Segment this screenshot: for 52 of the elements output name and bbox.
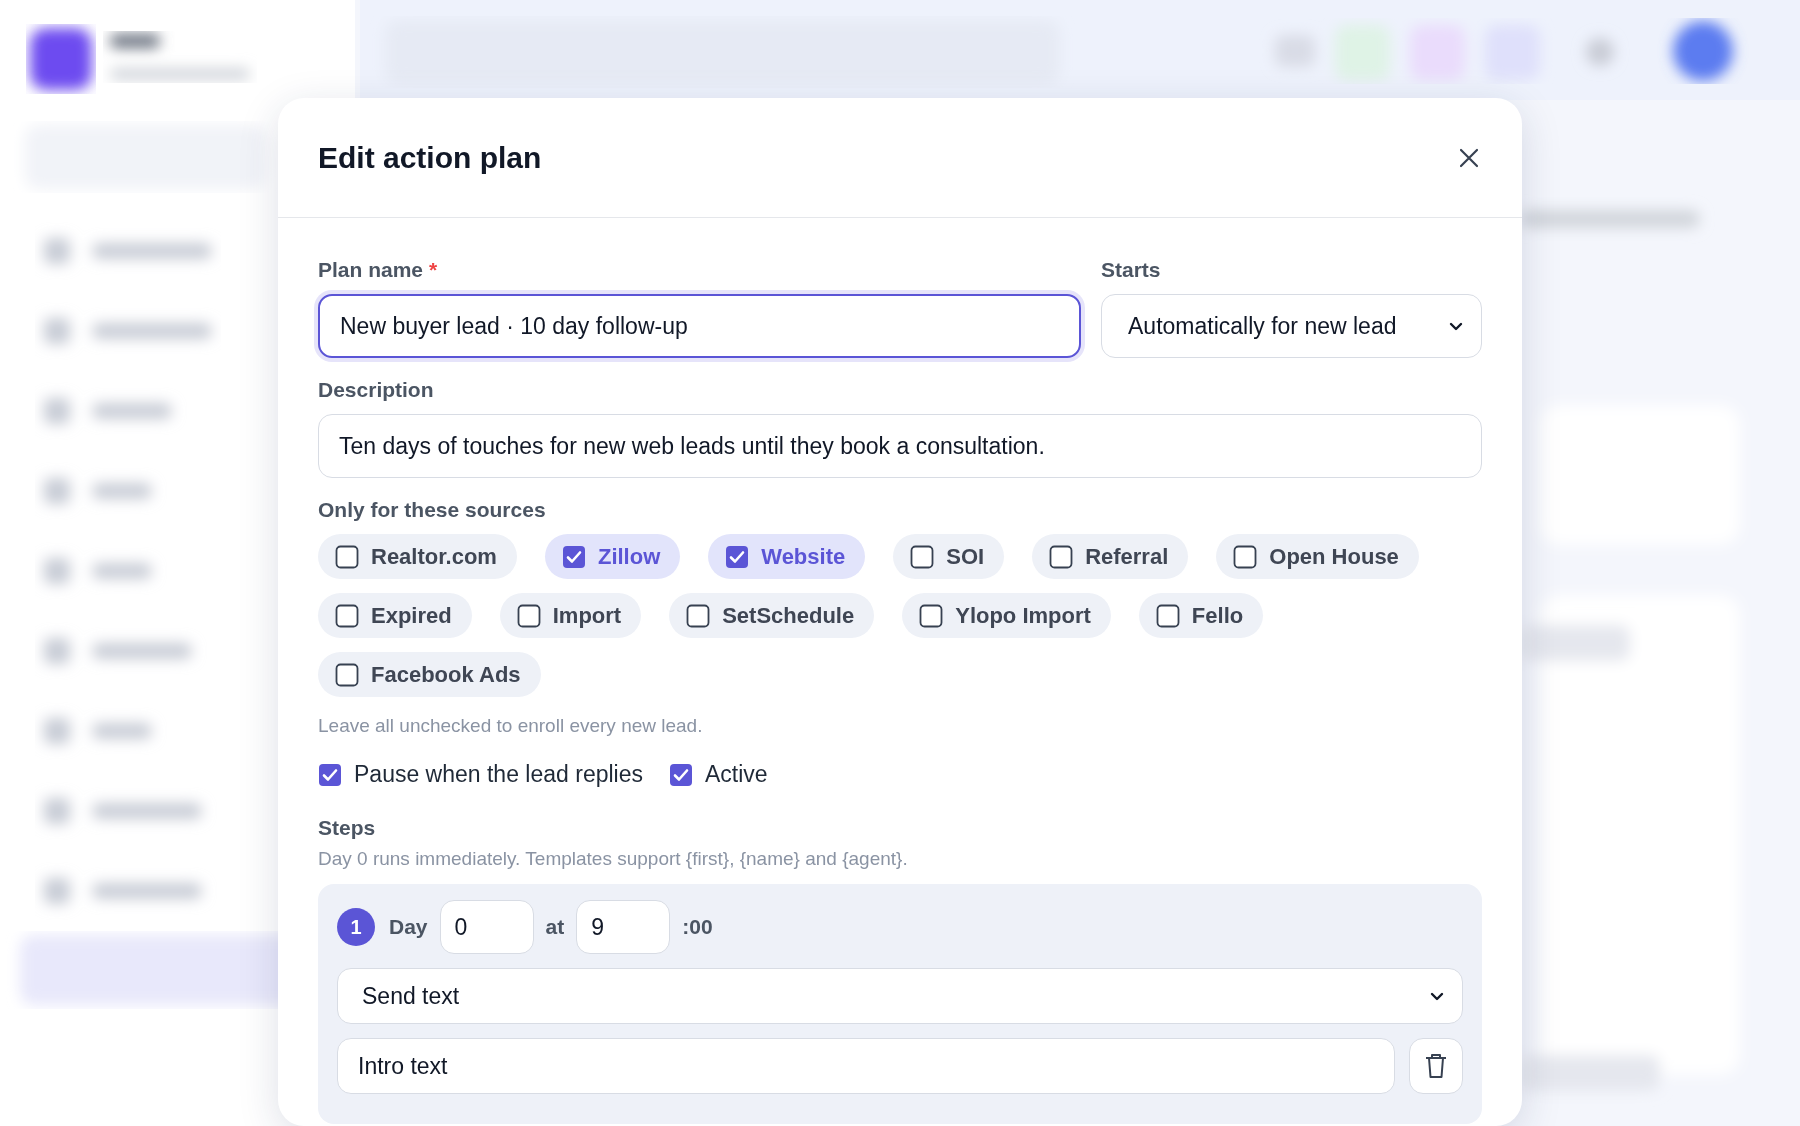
- text-field[interactable]: New buyer lead · 10 day follow-up: [318, 294, 1081, 358]
- minutes-label: :00: [682, 915, 713, 939]
- checkbox-label: Pause when the lead replies: [354, 761, 643, 788]
- action-dropdown[interactable]: Send text: [337, 968, 1463, 1024]
- checked-checkbox[interactable]: [318, 762, 342, 787]
- day-field[interactable]: 0: [439, 900, 534, 954]
- field-label: Starts: [1101, 258, 1162, 282]
- source-chip[interactable]: Import: [499, 593, 642, 638]
- text-field[interactable]: Ten days of touches for new web leads until they book a consultation.: [318, 414, 1482, 478]
- at-label: at: [545, 915, 565, 939]
- field-label: Plan name: [318, 258, 424, 282]
- source-chip[interactable]: Facebook Ads: [318, 652, 541, 697]
- source-chip[interactable]: SOI: [893, 534, 1005, 579]
- close-icon: [1458, 146, 1480, 169]
- source-chip[interactable]: Realtor.com: [318, 534, 517, 579]
- source-chip[interactable]: Fello: [1138, 593, 1264, 638]
- checkbox[interactable]: [516, 603, 541, 628]
- hint-text: Leave all unchecked to enroll every new lead.: [318, 715, 704, 737]
- source-chip[interactable]: Expired: [318, 593, 472, 638]
- checkbox[interactable]: [1233, 544, 1258, 569]
- checked-checkbox[interactable]: [725, 544, 750, 569]
- field-label: Description: [318, 378, 435, 402]
- day-label: Day: [389, 915, 428, 939]
- checkbox[interactable]: [335, 544, 359, 569]
- hint-text: Day 0 runs immediately. Templates support {first}, {name} and {agent}.: [318, 848, 909, 870]
- checkbox[interactable]: [686, 603, 711, 628]
- trash-icon: [1424, 1053, 1448, 1079]
- delete-button[interactable]: [1409, 1038, 1463, 1094]
- checkbox[interactable]: [1049, 544, 1074, 569]
- checked-checkbox[interactable]: [561, 544, 586, 569]
- source-chip[interactable]: Website: [708, 534, 866, 579]
- checked-checkbox[interactable]: [669, 762, 693, 787]
- hour-field[interactable]: 9: [576, 900, 671, 954]
- checkbox[interactable]: [919, 603, 944, 628]
- section-label: Only for these sources: [318, 498, 547, 522]
- checkbox-label: Active: [705, 761, 768, 788]
- checkbox[interactable]: [910, 544, 935, 569]
- source-chip[interactable]: Ylopo Import: [902, 593, 1111, 638]
- step-name-field[interactable]: Intro text: [337, 1038, 1395, 1094]
- checkbox[interactable]: [1155, 603, 1180, 628]
- source-chip[interactable]: Zillow: [544, 534, 681, 579]
- checkbox[interactable]: [335, 662, 359, 687]
- step-number-badge: 1: [337, 908, 375, 946]
- logo-icon: [30, 28, 92, 90]
- checkbox[interactable]: [335, 603, 359, 628]
- section-label: Steps: [318, 816, 377, 840]
- source-chip[interactable]: SetSchedule: [669, 593, 875, 638]
- source-chip[interactable]: Referral: [1032, 534, 1189, 579]
- dropdown[interactable]: Automatically for new lead: [1101, 294, 1482, 358]
- dialog-title: Edit action plan: [318, 140, 542, 175]
- source-chip[interactable]: Open House: [1216, 534, 1419, 579]
- required-mark: *: [429, 258, 438, 282]
